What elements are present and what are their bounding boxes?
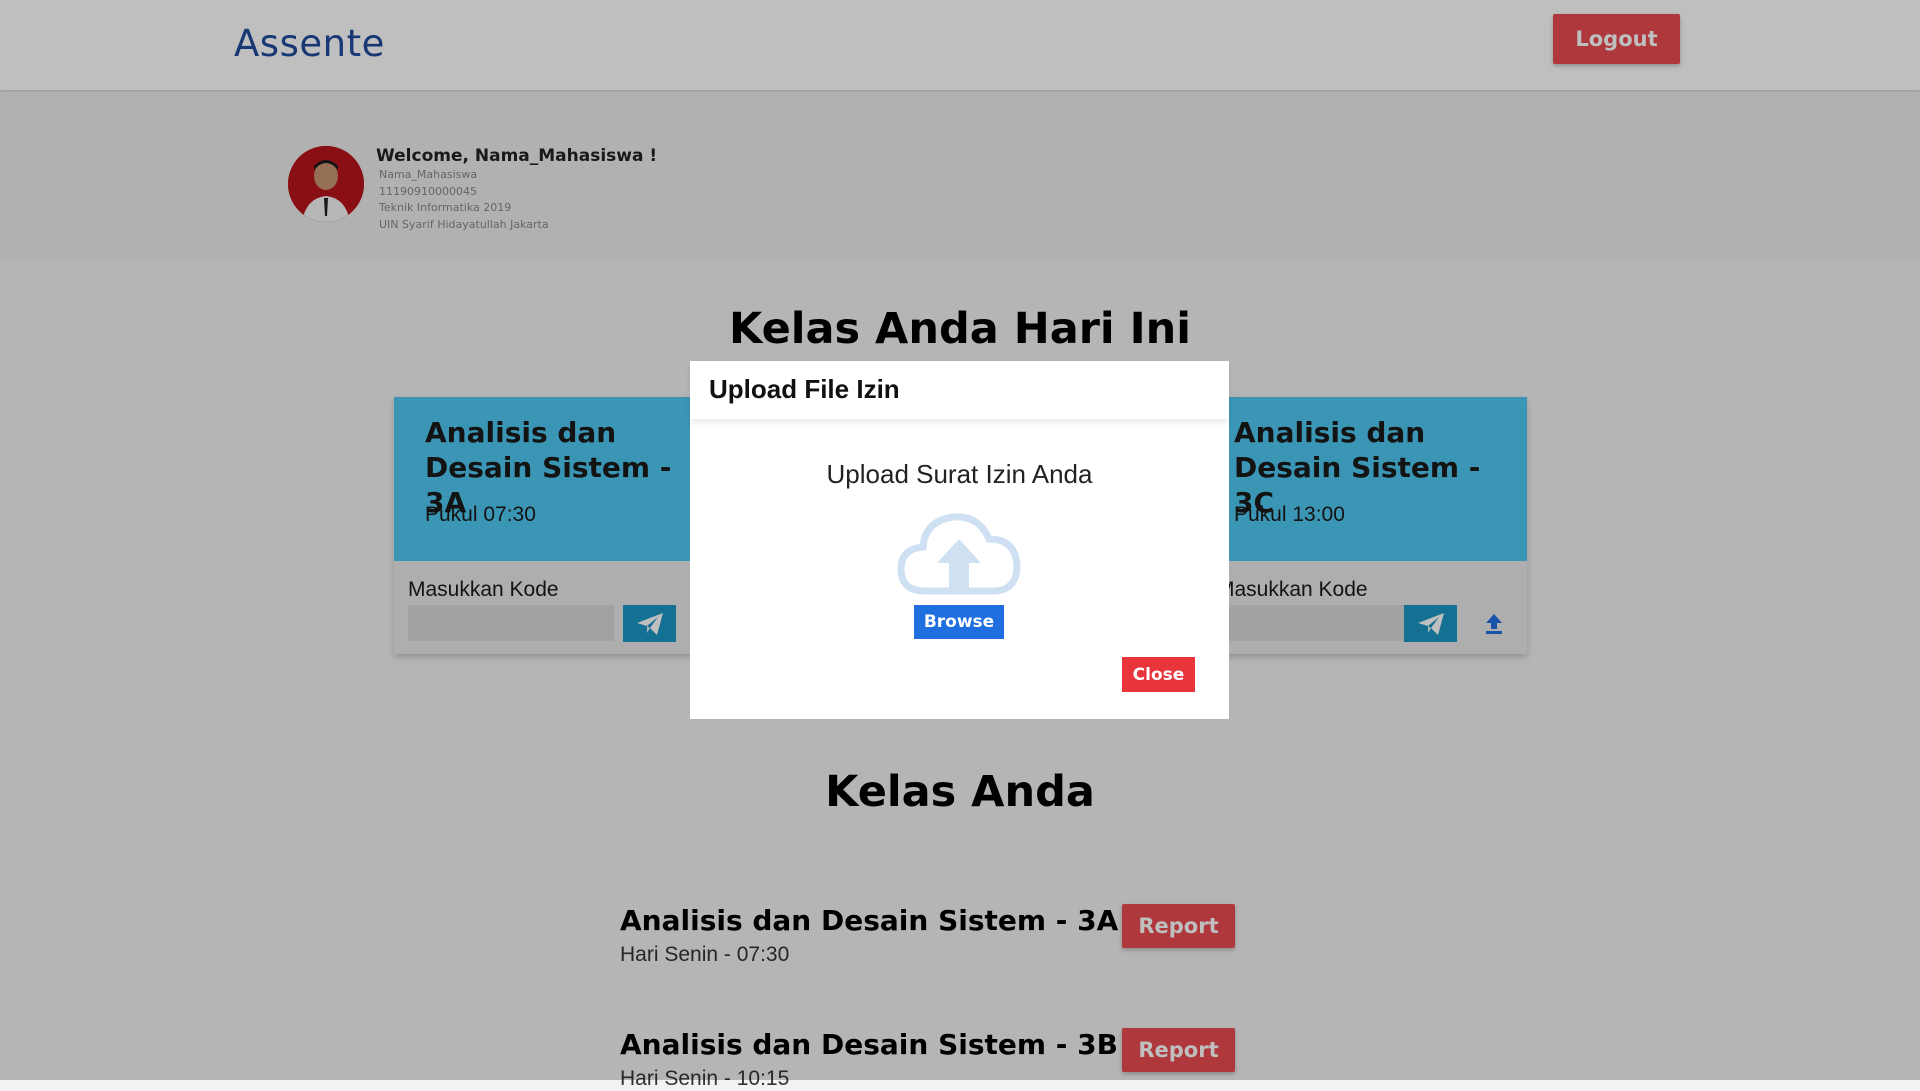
upload-modal: Upload File Izin Upload Surat Izin Anda … xyxy=(690,361,1229,719)
cloud-upload-icon xyxy=(897,513,1021,595)
close-button[interactable]: Close xyxy=(1122,657,1195,692)
modal-header: Upload File Izin xyxy=(690,361,1229,419)
modal-title: Upload File Izin xyxy=(709,374,900,404)
browse-button[interactable]: Browse xyxy=(914,605,1004,639)
modal-body-text: Upload Surat Izin Anda xyxy=(826,459,1093,489)
